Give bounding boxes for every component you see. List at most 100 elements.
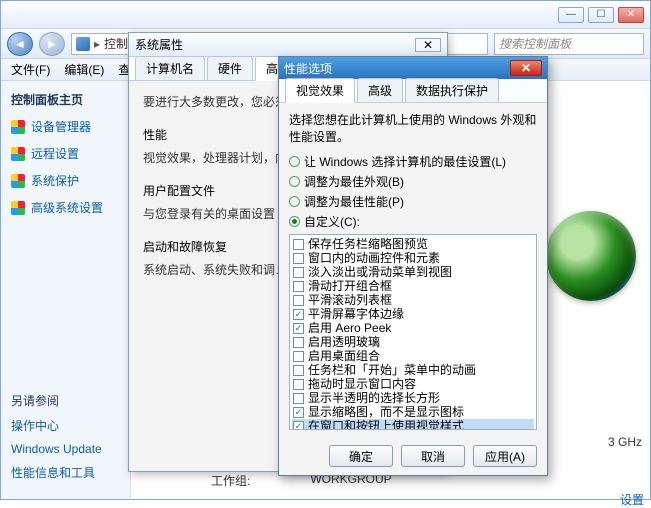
radio-icon: [289, 216, 300, 227]
cpu-ghz-value: 3 GHz: [608, 435, 642, 449]
sidebar-link-label: 系统保护: [31, 172, 79, 189]
perf-dialog-title: 性能选项: [284, 60, 332, 77]
shield-icon: [11, 147, 25, 161]
nav-forward-button[interactable]: ►: [39, 32, 65, 56]
checkbox-label: 平滑屏幕字体边缘: [308, 307, 404, 321]
checkbox-item[interactable]: 淡入淡出或滑动菜单到视图: [292, 265, 534, 279]
checkbox-item[interactable]: 启用桌面组合: [292, 349, 534, 363]
visual-effects-list[interactable]: 保存任务栏缩略图预览窗口内的动画控件和元素淡入淡出或滑动菜单到视图滑动打开组合框…: [289, 234, 537, 430]
radio-icon: [289, 176, 300, 187]
checkbox-label: 平滑滚动列表框: [308, 293, 392, 307]
checkbox-icon: [293, 351, 304, 362]
perf-tab-1[interactable]: 高级: [357, 78, 403, 102]
checkbox-icon: [293, 281, 304, 292]
menu-edit[interactable]: 编辑(E): [58, 59, 110, 80]
shield-icon: [11, 174, 25, 188]
checkbox-item[interactable]: 显示半透明的选择长方形: [292, 391, 534, 405]
sidebar-link-label: 高级系统设置: [31, 199, 103, 216]
checkbox-icon: [293, 337, 304, 348]
checkbox-label: 拖动时显示窗口内容: [308, 377, 416, 391]
sidebar-link[interactable]: 系统保护: [11, 172, 120, 189]
dialog-title: 系统属性: [135, 36, 183, 53]
maximize-button[interactable]: ☐: [588, 7, 614, 23]
checkbox-item[interactable]: 启用 Aero Peek: [292, 321, 534, 335]
see-also-link[interactable]: 操作中心: [11, 417, 131, 434]
checkbox-label: 显示半透明的选择长方形: [308, 391, 440, 405]
see-also-section: 另请参阅 操作中心 Windows Update 性能信息和工具: [11, 392, 131, 489]
radio-option[interactable]: 调整为最佳性能(P): [289, 193, 537, 210]
checkbox-item[interactable]: 任务栏和「开始」菜单中的动画: [292, 363, 534, 377]
checkbox-label: 启用透明玻璃: [308, 335, 380, 349]
radio-label: 自定义(C):: [304, 213, 360, 230]
radio-option[interactable]: 让 Windows 选择计算机的最佳设置(L): [289, 153, 537, 170]
checkbox-label: 窗口内的动画控件和元素: [308, 251, 440, 265]
checkbox-item[interactable]: 平滑屏幕字体边缘: [292, 307, 534, 321]
nav-back-button[interactable]: ◄: [7, 32, 33, 56]
window-chrome: — ☐ ✕: [1, 1, 650, 29]
checkbox-icon: [293, 295, 304, 306]
close-button[interactable]: ✕: [618, 7, 644, 23]
sidebar-link[interactable]: 远程设置: [11, 145, 120, 162]
checkbox-label: 启用 Aero Peek: [308, 321, 391, 335]
checkbox-item[interactable]: 显示缩略图，而不是显示图标: [292, 405, 534, 419]
radio-option[interactable]: 调整为最佳外观(B): [289, 173, 537, 190]
perf-tab-2[interactable]: 数据执行保护: [405, 78, 499, 102]
radio-option[interactable]: 自定义(C):: [289, 213, 537, 230]
computer-icon: [76, 37, 90, 51]
checkbox-icon: [293, 407, 304, 418]
perf-description: 选择您想在此计算机上使用的 Windows 外观和性能设置。: [289, 111, 537, 145]
checkbox-icon: [293, 421, 304, 431]
perf-tab-0[interactable]: 视觉效果: [285, 78, 355, 103]
checkbox-icon: [293, 393, 304, 404]
sidebar: 控制面板主页 设备管理器远程设置系统保护高级系统设置 另请参阅 操作中心 Wind…: [1, 81, 131, 499]
tab-计算机名[interactable]: 计算机名: [135, 56, 205, 80]
workgroup-label: 工作组:: [211, 472, 250, 489]
checkbox-icon: [293, 267, 304, 278]
menu-file[interactable]: 文件(F): [5, 59, 56, 80]
checkbox-item[interactable]: 保存任务栏缩略图预览: [292, 237, 534, 251]
checkbox-label: 显示缩略图，而不是显示图标: [308, 405, 464, 419]
checkbox-label: 保存任务栏缩略图预览: [308, 237, 428, 251]
sidebar-link-label: 远程设置: [31, 145, 79, 162]
checkbox-item[interactable]: 窗口内的动画控件和元素: [292, 251, 534, 265]
search-input[interactable]: 搜索控制面板: [494, 33, 644, 55]
checkbox-label: 任务栏和「开始」菜单中的动画: [308, 363, 476, 377]
checkbox-label: 淡入淡出或滑动菜单到视图: [308, 265, 452, 279]
checkbox-icon: [293, 379, 304, 390]
see-also-title: 另请参阅: [11, 392, 131, 409]
checkbox-icon: [293, 253, 304, 264]
sidebar-link-label: 设备管理器: [31, 118, 91, 135]
perf-close-button[interactable]: ✕: [510, 60, 542, 76]
radio-icon: [289, 156, 300, 167]
see-also-link[interactable]: Windows Update: [11, 442, 131, 456]
sidebar-title: 控制面板主页: [11, 91, 120, 108]
checkbox-icon: [293, 309, 304, 320]
checkbox-item[interactable]: 滑动打开组合框: [292, 279, 534, 293]
tab-硬件[interactable]: 硬件: [207, 56, 253, 80]
checkbox-item[interactable]: 平滑滚动列表框: [292, 293, 534, 307]
checkbox-icon: [293, 365, 304, 376]
checkbox-icon: [293, 323, 304, 334]
apply-button[interactable]: 应用(A): [473, 445, 537, 467]
windows-logo-orb: [546, 211, 636, 301]
dialog-close-button[interactable]: ✕: [415, 38, 441, 52]
see-also-link[interactable]: 性能信息和工具: [11, 464, 131, 481]
performance-options-dialog: 性能选项 ✕ 视觉效果高级数据执行保护 选择您想在此计算机上使用的 Window…: [278, 56, 548, 476]
minimize-button[interactable]: —: [558, 7, 584, 23]
radio-icon: [289, 196, 300, 207]
ok-button[interactable]: 确定: [329, 445, 393, 467]
checkbox-label: 在窗口和按钮上使用视觉样式: [308, 419, 464, 430]
shield-icon: [11, 201, 25, 215]
checkbox-item[interactable]: 在窗口和按钮上使用视觉样式: [292, 419, 534, 430]
checkbox-label: 滑动打开组合框: [308, 279, 392, 293]
checkbox-item[interactable]: 启用透明玻璃: [292, 335, 534, 349]
radio-label: 让 Windows 选择计算机的最佳设置(L): [304, 153, 506, 170]
sidebar-link[interactable]: 设备管理器: [11, 118, 120, 135]
shield-icon: [11, 120, 25, 134]
checkbox-icon: [293, 239, 304, 250]
checkbox-item[interactable]: 拖动时显示窗口内容: [292, 377, 534, 391]
sidebar-link[interactable]: 高级系统设置: [11, 199, 120, 216]
radio-label: 调整为最佳外观(B): [304, 173, 404, 190]
checkbox-label: 启用桌面组合: [308, 349, 380, 363]
cancel-button[interactable]: 取消: [401, 445, 465, 467]
